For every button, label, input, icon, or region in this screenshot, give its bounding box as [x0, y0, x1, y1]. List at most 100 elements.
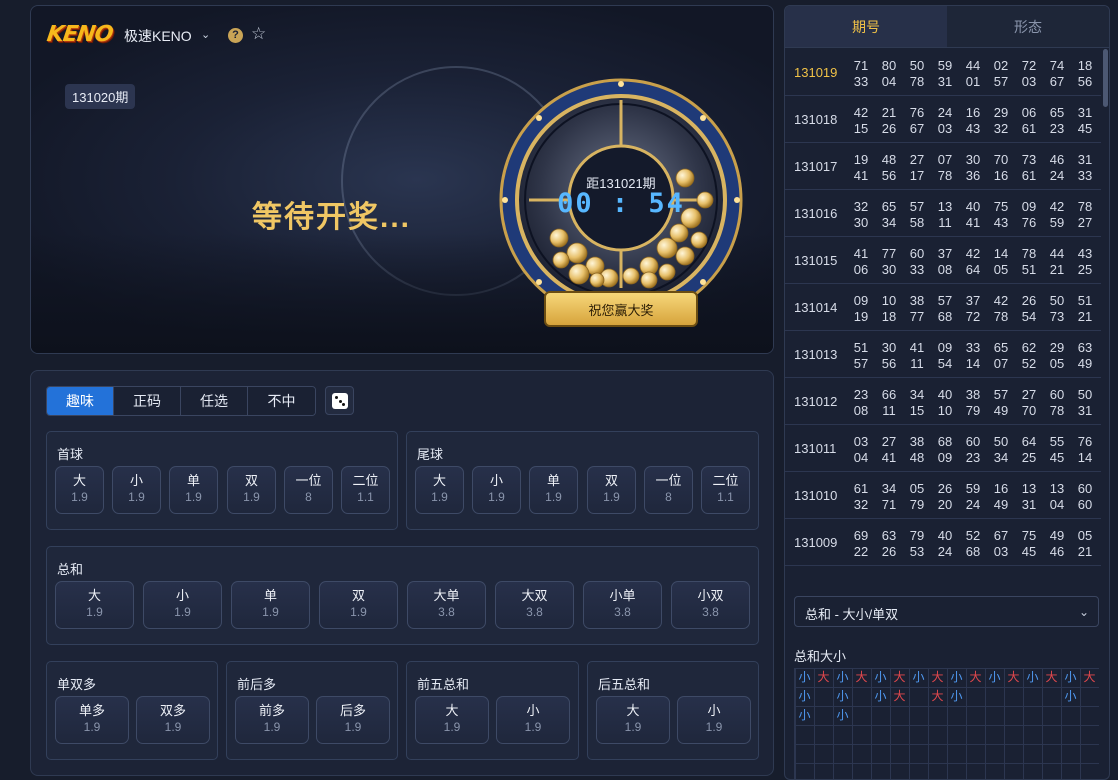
bet-option[interactable]: 单 1.9 [231, 581, 310, 629]
bet-option[interactable]: 单 1.9 [529, 466, 578, 514]
history-number: 75 [993, 199, 1009, 214]
history-number: 70 [1021, 403, 1037, 418]
trend-cell: 大 [969, 670, 982, 684]
history-number: 05 [993, 262, 1009, 277]
random-dice-button[interactable] [325, 386, 354, 415]
game-selector-label[interactable]: 极速KENO [124, 26, 192, 46]
history-scrollbar[interactable] [1101, 49, 1109, 569]
history-number: 33 [909, 262, 925, 277]
trend-type-select[interactable]: 总和 - 大小/单双 ⌄ [794, 596, 1099, 627]
history-number: 75 [1021, 528, 1037, 543]
option-name: 前多 [258, 703, 285, 718]
history-number: 30 [853, 215, 869, 230]
history-number: 19 [853, 309, 869, 324]
history-number: 27 [909, 152, 925, 167]
tab-no-hit[interactable]: 不中 [248, 387, 315, 415]
bet-option[interactable]: 前多 1.9 [235, 696, 309, 744]
history-number: 79 [909, 528, 925, 543]
bet-option[interactable]: 双 1.9 [319, 581, 398, 629]
history-number: 50 [993, 434, 1009, 449]
bet-option[interactable]: 后多 1.9 [316, 696, 390, 744]
history-number: 41 [853, 168, 869, 183]
bet-option[interactable]: 大单 3.8 [407, 581, 486, 629]
option-name: 后多 [339, 703, 366, 718]
option-odds: 1.9 [431, 490, 448, 504]
chevron-down-icon[interactable]: ⌄ [201, 28, 210, 41]
star-icon[interactable]: ☆ [251, 24, 266, 44]
bet-option[interactable]: 大 1.9 [415, 696, 489, 744]
bet-option[interactable]: 一位 8 [284, 466, 333, 514]
bet-option[interactable]: 双 1.9 [587, 466, 636, 514]
bet-option[interactable]: 小 1.9 [496, 696, 570, 744]
bet-option[interactable]: 小 1.9 [112, 466, 161, 514]
group-back5-sum: 后五总和 大 1.9 小 1.9 [587, 661, 759, 760]
history-number: 14 [1077, 450, 1093, 465]
option-name: 单 [263, 588, 277, 603]
tab-pattern[interactable]: 形态 [947, 6, 1109, 47]
history-number: 52 [965, 528, 981, 543]
option-name: 小双 [697, 588, 724, 603]
tab-fun[interactable]: 趣味 [47, 387, 114, 415]
history-number: 59 [965, 481, 981, 496]
history-number: 25 [1077, 262, 1093, 277]
history-number: 65 [993, 340, 1009, 355]
history-number: 78 [909, 74, 925, 89]
history-number: 42 [993, 293, 1009, 308]
history-number: 76 [1077, 434, 1093, 449]
option-odds: 1.9 [243, 490, 260, 504]
history-issue: 131019 [794, 65, 838, 80]
help-icon[interactable]: ? [228, 28, 243, 43]
trend-cell: 大 [1045, 670, 1058, 684]
bet-option[interactable]: 二位 1.1 [701, 466, 750, 514]
history-number: 27 [1077, 215, 1093, 230]
bet-option[interactable]: 大 1.9 [415, 466, 464, 514]
history-number: 38 [909, 293, 925, 308]
history-number: 65 [881, 199, 897, 214]
tab-pick[interactable]: 任选 [181, 387, 248, 415]
bet-option[interactable]: 小 1.9 [143, 581, 222, 629]
bet-option[interactable]: 一位 8 [644, 466, 693, 514]
bet-option[interactable]: 单 1.9 [169, 466, 218, 514]
history-number: 49 [1049, 528, 1065, 543]
option-name: 小 [526, 703, 540, 718]
scrollbar-thumb[interactable] [1103, 49, 1108, 107]
option-odds: 1.9 [624, 720, 642, 734]
bet-option[interactable]: 单多 1.9 [55, 696, 129, 744]
bet-option[interactable]: 大 1.9 [55, 466, 104, 514]
history-number: 09 [1021, 199, 1037, 214]
history-number: 50 [1077, 387, 1093, 402]
history-number: 72 [1021, 58, 1037, 73]
history-number: 54 [937, 356, 953, 371]
history-row: 1310154177603742147844433506303308640551… [785, 237, 1101, 284]
group-front5-sum: 前五总和 大 1.9 小 1.9 [406, 661, 579, 760]
bet-option[interactable]: 双 1.9 [227, 466, 276, 514]
bet-option[interactable]: 大 1.9 [55, 581, 134, 629]
history-number: 78 [1021, 246, 1037, 261]
history-number: 04 [881, 74, 897, 89]
bet-option[interactable]: 大双 3.8 [495, 581, 574, 629]
history-number: 23 [1049, 121, 1065, 136]
history-number: 51 [853, 340, 869, 355]
draw-history-list[interactable]: 1310197180505944027274187733047831015703… [785, 49, 1101, 569]
history-number: 60 [909, 246, 925, 261]
history-number: 19 [853, 152, 869, 167]
history-number: 03 [1021, 74, 1037, 89]
history-number: 63 [1077, 340, 1093, 355]
bet-option[interactable]: 二位 1.1 [341, 466, 390, 514]
bet-option[interactable]: 小单 3.8 [583, 581, 662, 629]
history-number: 08 [937, 262, 953, 277]
bet-option[interactable]: 小 1.9 [677, 696, 751, 744]
keno-logo: KENO [45, 22, 114, 47]
bet-option[interactable]: 小 1.9 [472, 466, 521, 514]
bet-option[interactable]: 大 1.9 [596, 696, 670, 744]
option-name: 小 [175, 588, 189, 603]
bet-option[interactable]: 双多 1.9 [136, 696, 210, 744]
history-number: 38 [965, 387, 981, 402]
history-number: 68 [937, 309, 953, 324]
tab-issue[interactable]: 期号 [785, 6, 947, 47]
bet-option[interactable]: 小双 3.8 [671, 581, 750, 629]
history-number: 45 [1049, 450, 1065, 465]
results-sidebar: 期号 形态 1310197180505944027274187733047831… [784, 5, 1110, 780]
tab-main-number[interactable]: 正码 [114, 387, 181, 415]
history-number: 76 [1021, 215, 1037, 230]
